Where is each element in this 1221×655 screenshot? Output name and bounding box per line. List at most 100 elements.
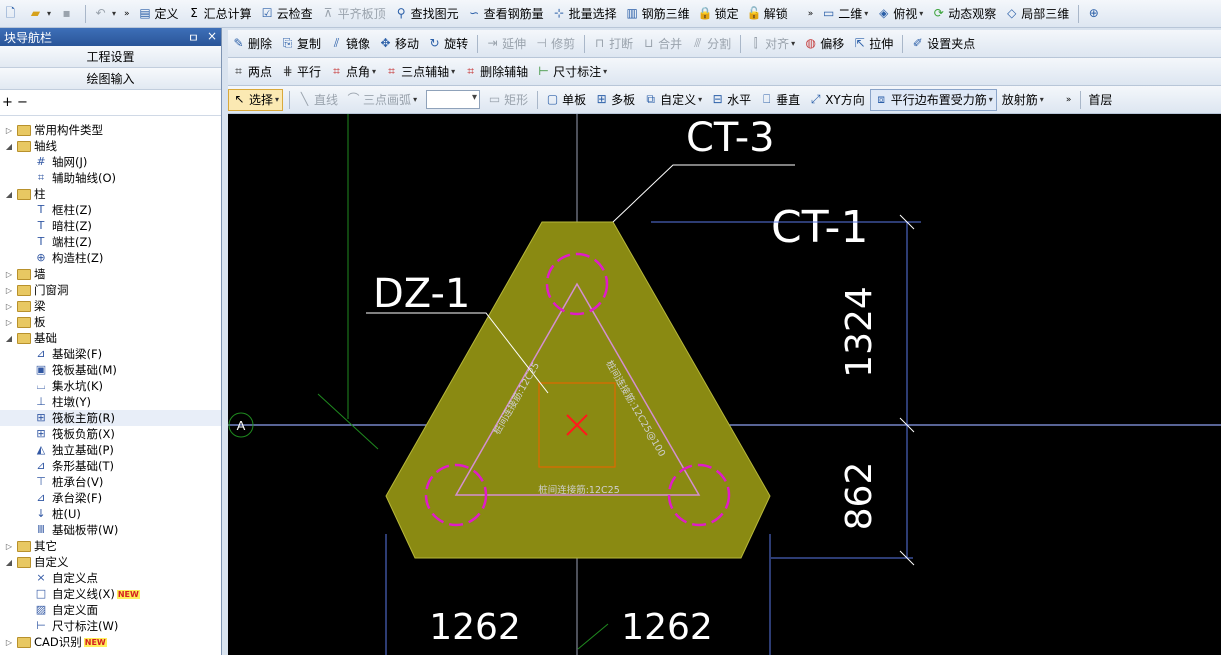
tree-item[interactable]: ⊞ 筏板负筋(X) — [0, 426, 221, 442]
radial-rebar-button[interactable]: 放射筋 ▾ — [999, 89, 1047, 111]
tree-item[interactable]: ⊿ 条形基础(T) — [0, 458, 221, 474]
merge-button[interactable]: ⊔ 合并 — [638, 33, 685, 55]
tree-expander-icon[interactable]: ▷ — [4, 542, 14, 551]
dynamic-orbit-button[interactable]: ⟳ 动态观察 — [928, 3, 999, 25]
rebar-3d-button[interactable]: ▥ 钢筋三维 — [622, 3, 693, 25]
close-icon[interactable]: × — [207, 29, 217, 46]
three-point-arc-button[interactable]: ⌒ 三点画弧 ▾ — [343, 89, 420, 111]
split-button[interactable]: ⫻ 分割 — [687, 33, 734, 55]
tree-item[interactable]: ⊥ 柱墩(Y) — [0, 394, 221, 410]
mirror-button[interactable]: ⫽ 镜像 — [326, 33, 373, 55]
rotate-button[interactable]: ↻ 旋转 — [424, 33, 471, 55]
delete-button[interactable]: ✎ 删除 — [228, 33, 275, 55]
expand-collapse-icon[interactable]: + − — [2, 95, 28, 110]
offset-button[interactable]: ◍ 偏移 — [800, 33, 847, 55]
tree-item[interactable]: ◢ 轴线 — [0, 138, 221, 154]
line-button[interactable]: ╲ 直线 — [294, 89, 341, 111]
tree-item[interactable]: # 轴网(J) — [0, 154, 221, 170]
trim-button[interactable]: ⊣ 修剪 — [531, 33, 578, 55]
project-settings-button[interactable]: 工程设置 — [0, 46, 221, 68]
stretch-button[interactable]: ⇱ 拉伸 — [849, 33, 896, 55]
copy-button[interactable]: ⎘ 复制 — [277, 33, 324, 55]
tree-expander-icon[interactable]: ▷ — [4, 638, 14, 647]
tree-item[interactable]: ▷ 常用构件类型 — [0, 122, 221, 138]
floor-select[interactable]: 首层 — [1085, 89, 1137, 111]
tree-expander-icon[interactable]: ▷ — [4, 318, 14, 327]
lock-button[interactable]: 🔒 锁定 — [695, 3, 742, 25]
find-element-button[interactable]: ⚲ 查找图元 — [391, 3, 462, 25]
tree-expander-icon[interactable]: ◢ — [4, 142, 14, 151]
tree-item[interactable]: ▷ 其它 — [0, 538, 221, 554]
tree-item[interactable]: ◢ 自定义 — [0, 554, 221, 570]
break-button[interactable]: ⊓ 打断 — [589, 33, 636, 55]
view-2d-button[interactable]: ▭ 二维 ▾ — [818, 3, 871, 25]
drawing-input-button[interactable]: 绘图输入 — [0, 68, 221, 90]
tree-item[interactable]: ▷ CAD识别 NEW — [0, 634, 221, 650]
tree-item[interactable]: ▷ 板 — [0, 314, 221, 330]
extend-button[interactable]: ⇥ 延伸 — [482, 33, 529, 55]
tree-item[interactable]: T 框柱(Z) — [0, 202, 221, 218]
tree-item[interactable]: ⌴ 集水坑(K) — [0, 378, 221, 394]
dimension-button[interactable]: ⊢ 尺寸标注 ▾ — [533, 61, 610, 83]
move-button[interactable]: ✥ 移动 — [375, 33, 422, 55]
define-button[interactable]: ▤ 定义 — [135, 3, 182, 25]
tree-expander-icon[interactable]: ▷ — [4, 286, 14, 295]
cloud-check-button[interactable]: ☑ 云检查 — [257, 3, 316, 25]
set-grip-button[interactable]: ✐ 设置夹点 — [907, 33, 978, 55]
xy-direction-button[interactable]: ⤢ XY方向 — [805, 89, 868, 111]
tree-item[interactable]: T 端柱(Z) — [0, 234, 221, 250]
zoom-button[interactable]: ⊕ — [1083, 3, 1106, 25]
top-view-button[interactable]: ◈ 俯视 ▾ — [873, 3, 926, 25]
multi-slab-button[interactable]: ⊞ 多板 — [591, 89, 638, 111]
tree-item[interactable]: ▷ 梁 — [0, 298, 221, 314]
new-file-button[interactable]: 🗋 — [0, 3, 23, 25]
horizontal-button[interactable]: ⊟ 水平 — [707, 89, 754, 111]
tree-expander-icon[interactable]: ▷ — [4, 126, 14, 135]
tree-expander-icon[interactable]: ◢ — [4, 334, 14, 343]
tree-item[interactable]: ◢ 基础 — [0, 330, 221, 346]
single-slab-button[interactable]: ▢ 单板 — [542, 89, 589, 111]
align-button[interactable]: ⫿ 对齐 ▾ — [745, 33, 798, 55]
two-point-axis-button[interactable]: ⌗ 两点 — [228, 61, 275, 83]
undo-button[interactable]: ↶ ▾ — [90, 3, 119, 25]
tree-expander-icon[interactable]: ▷ — [4, 302, 14, 311]
delete-aux-axis-button[interactable]: ⌗ 删除辅轴 — [460, 61, 531, 83]
tree-expander-icon[interactable]: ◢ — [4, 190, 14, 199]
tree-item[interactable]: Ⅲ 基础板带(W) — [0, 522, 221, 538]
summary-calc-button[interactable]: Σ 汇总计算 — [184, 3, 255, 25]
rectangle-button[interactable]: ▭ 矩形 — [484, 89, 531, 111]
drawing-canvas[interactable]: A 桩间连接筋:12C25@100 桩间连接筋:12C25 桩间连接筋:12C2… — [228, 114, 1221, 655]
overflow-chevron[interactable]: » — [121, 3, 133, 25]
overflow-chevron-2[interactable]: » — [805, 3, 817, 25]
tree-expander-icon[interactable]: ▷ — [4, 270, 14, 279]
tree-item[interactable]: T 暗柱(Z) — [0, 218, 221, 234]
view-rebar-qty-button[interactable]: ∽ 查看钢筋量 — [464, 3, 547, 25]
tree-item[interactable]: ⊤ 桩承台(V) — [0, 474, 221, 490]
tree-expander-icon[interactable]: ◢ — [4, 558, 14, 567]
open-file-button[interactable]: ▰ ▾ — [25, 3, 54, 25]
tree-item[interactable]: ⊿ 承台梁(F) — [0, 490, 221, 506]
vertical-button[interactable]: ⎕ 垂直 — [756, 89, 803, 111]
tree-item[interactable]: ▷ 墙 — [0, 266, 221, 282]
tree-item[interactable]: ▨ 自定义面 — [0, 602, 221, 618]
tree-item[interactable]: ⊞ 筏板主筋(R) — [0, 410, 221, 426]
arc-options-select[interactable] — [426, 90, 481, 109]
select-button[interactable]: ↖ 选择 ▾ — [228, 88, 284, 111]
flush-slab-top-button[interactable]: ⊼ 平齐板顶 — [318, 3, 389, 25]
tree-item[interactable]: ◢ 柱 — [0, 186, 221, 202]
parallel-edge-rebar-button[interactable]: ⧈ 平行边布置受力筋 ▾ — [869, 88, 997, 111]
tree-item[interactable]: ▷ 门窗洞 — [0, 282, 221, 298]
overflow-chevron-3[interactable]: » — [1063, 89, 1075, 111]
tree-item[interactable]: ⌗ 辅助轴线(O) — [0, 170, 221, 186]
tree-item[interactable]: ⊢ 尺寸标注(W) — [0, 618, 221, 634]
save-button[interactable]: ▪ — [56, 3, 79, 25]
tree-item[interactable]: ▣ 筏板基础(M) — [0, 362, 221, 378]
parallel-axis-button[interactable]: ⋕ 平行 — [277, 61, 324, 83]
custom-button[interactable]: ⧉ 自定义 ▾ — [640, 89, 705, 111]
tree-item[interactable]: × 自定义点 — [0, 570, 221, 586]
tree-item[interactable]: ⊿ 基础梁(F) — [0, 346, 221, 362]
tree-item[interactable]: □ 自定义线(X) NEW — [0, 586, 221, 602]
batch-select-button[interactable]: ⊹ 批量选择 — [549, 3, 620, 25]
unlock-button[interactable]: 🔓 解锁 — [744, 3, 791, 25]
local-3d-button[interactable]: ◇ 局部三维 — [1001, 3, 1072, 25]
